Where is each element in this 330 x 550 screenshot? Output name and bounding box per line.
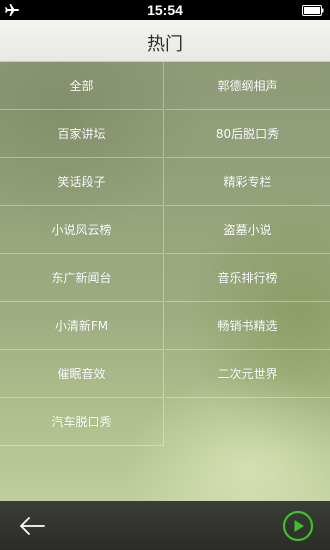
category-all[interactable]: 全部 <box>0 62 164 110</box>
category-featured-columns[interactable]: 精彩专栏 <box>165 158 330 206</box>
back-arrow-icon[interactable] <box>18 515 46 537</box>
page-title: 热门 <box>147 34 183 55</box>
category-fresh-fm[interactable]: 小清新FM <box>0 302 164 350</box>
status-bar: 15:54 <box>0 0 330 20</box>
category-bestsellers[interactable]: 畅销书精选 <box>165 302 330 350</box>
bottom-bar <box>0 501 330 550</box>
category-jokes[interactable]: 笑话段子 <box>0 158 164 206</box>
category-sleep-sounds[interactable]: 催眠音效 <box>0 350 164 398</box>
category-news-station[interactable]: 东广新闻台 <box>0 254 164 302</box>
screen: 15:54 热门 全部 郭德纲相声 百家讲坛 80后脱口秀 笑话段子 精彩专栏 … <box>0 0 330 550</box>
category-tomb-raider-novels[interactable]: 盗墓小说 <box>165 206 330 254</box>
category-anime-world[interactable]: 二次元世界 <box>165 350 330 398</box>
category-lecture-room[interactable]: 百家讲坛 <box>0 110 164 158</box>
category-car-talk-show[interactable]: 汽车脱口秀 <box>0 398 164 446</box>
battery-icon <box>302 5 324 16</box>
category-music-charts[interactable]: 音乐排行榜 <box>165 254 330 302</box>
play-icon[interactable] <box>282 510 314 542</box>
category-guo-degang-crosstalk[interactable]: 郭德纲相声 <box>165 62 330 110</box>
category-novel-charts[interactable]: 小说风云榜 <box>0 206 164 254</box>
header: 热门 <box>0 20 330 62</box>
category-80s-talk-show[interactable]: 80后脱口秀 <box>165 110 330 158</box>
status-time: 15:54 <box>147 2 183 18</box>
